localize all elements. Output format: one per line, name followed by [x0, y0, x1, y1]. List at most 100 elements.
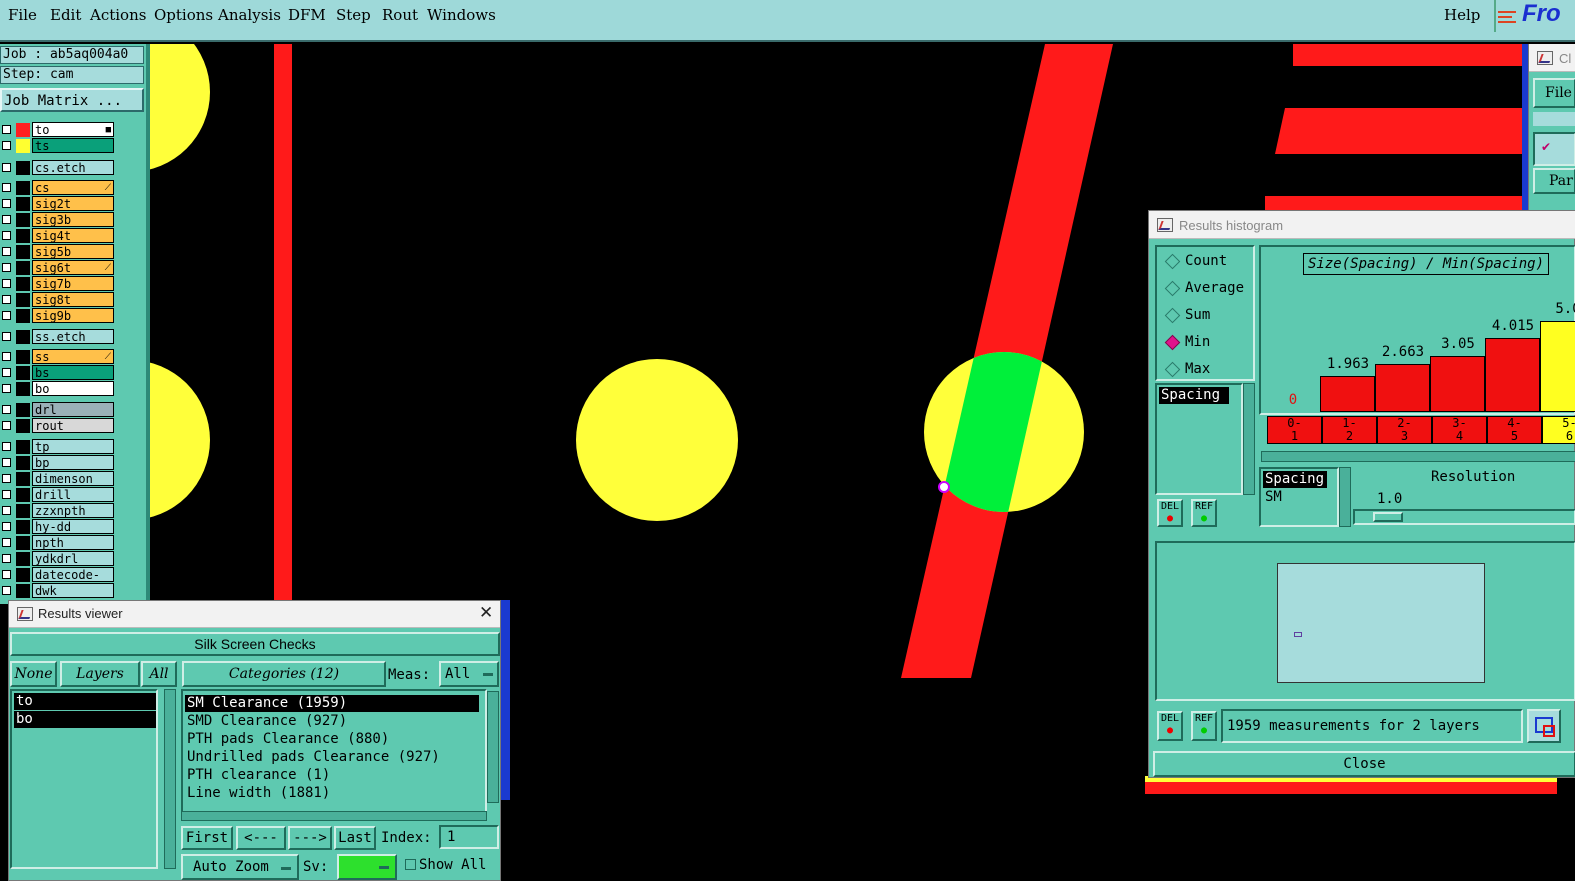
close-icon[interactable]: ✕ — [479, 603, 493, 623]
layer-checkbox[interactable] — [2, 586, 11, 595]
layer-name[interactable]: ss.etch — [32, 329, 114, 344]
categories-button[interactable]: Categories (12) — [182, 661, 386, 687]
layer-row-drl[interactable]: drl — [0, 402, 146, 418]
layer-row-ss.etch[interactable]: ss.etch — [0, 329, 146, 345]
histogram-bin[interactable]: 1- 2 — [1322, 416, 1377, 444]
group-item[interactable]: SM — [1263, 489, 1282, 506]
ref-button[interactable]: REF ● — [1191, 499, 1217, 527]
layer-checkbox[interactable] — [2, 215, 11, 224]
export-icon[interactable] — [1527, 709, 1561, 743]
preview-thumbnail[interactable] — [1277, 563, 1485, 683]
layer-name[interactable]: tp — [32, 439, 114, 454]
measure-list[interactable]: Spacing — [1155, 383, 1243, 495]
layer-row-rout[interactable]: rout — [0, 418, 146, 434]
layer-row-bo[interactable]: bo — [0, 381, 146, 397]
last-button[interactable]: Last — [334, 826, 376, 850]
layer-row-zzxnpth[interactable]: zzxnpth — [0, 503, 146, 519]
histogram-bar[interactable] — [1375, 364, 1430, 412]
layer-row-dimenson[interactable]: dimenson — [0, 471, 146, 487]
layer-checkbox[interactable] — [2, 554, 11, 563]
del-button[interactable]: DEL ● — [1157, 499, 1183, 527]
layer-row-sig2t[interactable]: sig2t — [0, 196, 146, 212]
layer-checkbox[interactable] — [2, 458, 11, 467]
layer-checkbox[interactable] — [2, 522, 11, 531]
layer-name[interactable]: hy-dd — [32, 519, 114, 534]
layer-color-swatch[interactable] — [16, 584, 30, 598]
layer-row-cs.etch[interactable]: cs.etch — [0, 160, 146, 176]
layer-name[interactable]: dimenson — [32, 471, 114, 486]
layer-checkbox[interactable] — [2, 247, 11, 256]
layer-checkbox[interactable] — [2, 506, 11, 515]
histogram-bar[interactable] — [1320, 376, 1375, 412]
layer-color-swatch[interactable] — [16, 213, 30, 227]
layer-color-swatch[interactable] — [16, 330, 30, 344]
layer-name[interactable]: dwk — [32, 583, 114, 598]
layer-checkbox[interactable] — [2, 538, 11, 547]
layer-color-swatch[interactable] — [16, 488, 30, 502]
layer-checkbox[interactable] — [2, 295, 11, 304]
measure-scrollbar[interactable] — [1243, 383, 1255, 495]
sv-color-dropdown[interactable] — [337, 854, 397, 880]
side-file-menu[interactable]: File — [1533, 78, 1575, 108]
layer-checkbox[interactable] — [2, 263, 11, 272]
layer-color-swatch[interactable] — [16, 568, 30, 582]
layer-row-tp[interactable]: tp — [0, 439, 146, 455]
layer-color-swatch[interactable] — [16, 536, 30, 550]
layer-row-sig9b[interactable]: sig9b — [0, 308, 146, 324]
category-list[interactable]: SM Clearance (1959) SMD Clearance (927) … — [181, 689, 487, 814]
layer-list-scrollbar[interactable] — [164, 689, 176, 869]
histogram-bin[interactable]: 0- 1 — [1267, 416, 1322, 444]
layers-button[interactable]: Layers — [60, 661, 140, 687]
layer-name[interactable]: cs.etch — [32, 160, 114, 175]
layer-row-npth[interactable]: npth — [0, 535, 146, 551]
layer-name[interactable]: ss ⟋ — [32, 349, 114, 364]
layer-row-cs[interactable]: cs ⟋ — [0, 180, 146, 196]
layer-color-swatch[interactable] — [16, 419, 30, 433]
layer-row-sig8t[interactable]: sig8t — [0, 292, 146, 308]
layer-row-ydkdrl[interactable]: ydkdrl — [0, 551, 146, 567]
job-matrix-button[interactable]: Job Matrix ... — [0, 88, 144, 112]
layer-name[interactable]: sig2t — [32, 196, 114, 211]
first-button[interactable]: First — [181, 826, 233, 850]
layer-result-list[interactable]: to bo — [10, 689, 158, 869]
category-hscrollbar[interactable] — [181, 811, 487, 821]
resolution-slider[interactable] — [1353, 509, 1575, 525]
layer-row-hy-dd[interactable]: hy-dd — [0, 519, 146, 535]
layer-color-swatch[interactable] — [16, 139, 30, 153]
category-item[interactable]: PTH clearance (1) — [185, 767, 330, 784]
layer-row-bs[interactable]: bs — [0, 365, 146, 381]
layer-color-swatch[interactable] — [16, 161, 30, 175]
group-item[interactable]: Spacing — [1263, 471, 1327, 488]
layer-color-swatch[interactable] — [16, 123, 30, 137]
layer-checkbox[interactable] — [2, 352, 11, 361]
layer-row-dwk[interactable]: dwk — [0, 583, 146, 599]
layer-name[interactable]: zzxnpth — [32, 503, 114, 518]
category-item[interactable]: PTH pads Clearance (880) — [185, 731, 389, 748]
layer-row-sig7b[interactable]: sig7b — [0, 276, 146, 292]
layer-row-sig6t[interactable]: sig6t ⟋ — [0, 260, 146, 276]
menu-analysis[interactable]: Analysis — [218, 6, 281, 24]
layer-row-to[interactable]: to ■ — [0, 122, 146, 138]
layer-checkbox[interactable] — [2, 183, 11, 192]
layer-name[interactable]: drill — [32, 487, 114, 502]
meas-dropdown[interactable]: All — [439, 661, 499, 687]
layer-color-swatch[interactable] — [16, 309, 30, 323]
group-list[interactable]: Spacing SM — [1259, 467, 1339, 527]
layer-result-item[interactable]: bo — [14, 711, 156, 728]
layer-color-swatch[interactable] — [16, 456, 30, 470]
histogram-bin[interactable]: 3- 4 — [1432, 416, 1487, 444]
layer-checkbox[interactable] — [2, 231, 11, 240]
menu-file[interactable]: File — [8, 6, 37, 24]
layer-row-ss[interactable]: ss ⟋ — [0, 349, 146, 365]
layer-checkbox[interactable] — [2, 490, 11, 499]
layer-checkbox[interactable] — [2, 141, 11, 150]
layer-row-datecode-pte[interactable]: datecode-pte — [0, 567, 146, 597]
layer-row-drill[interactable]: drill — [0, 487, 146, 503]
layer-name[interactable]: sig4t — [32, 228, 114, 243]
layer-name[interactable]: sig6t ⟋ — [32, 260, 114, 275]
layer-name[interactable]: rout — [32, 418, 114, 433]
histogram-bar[interactable] — [1430, 356, 1485, 412]
layer-name[interactable]: cs ⟋ — [32, 180, 114, 195]
layer-name[interactable]: to ■ — [32, 122, 114, 137]
layer-name[interactable]: drl — [32, 402, 114, 417]
